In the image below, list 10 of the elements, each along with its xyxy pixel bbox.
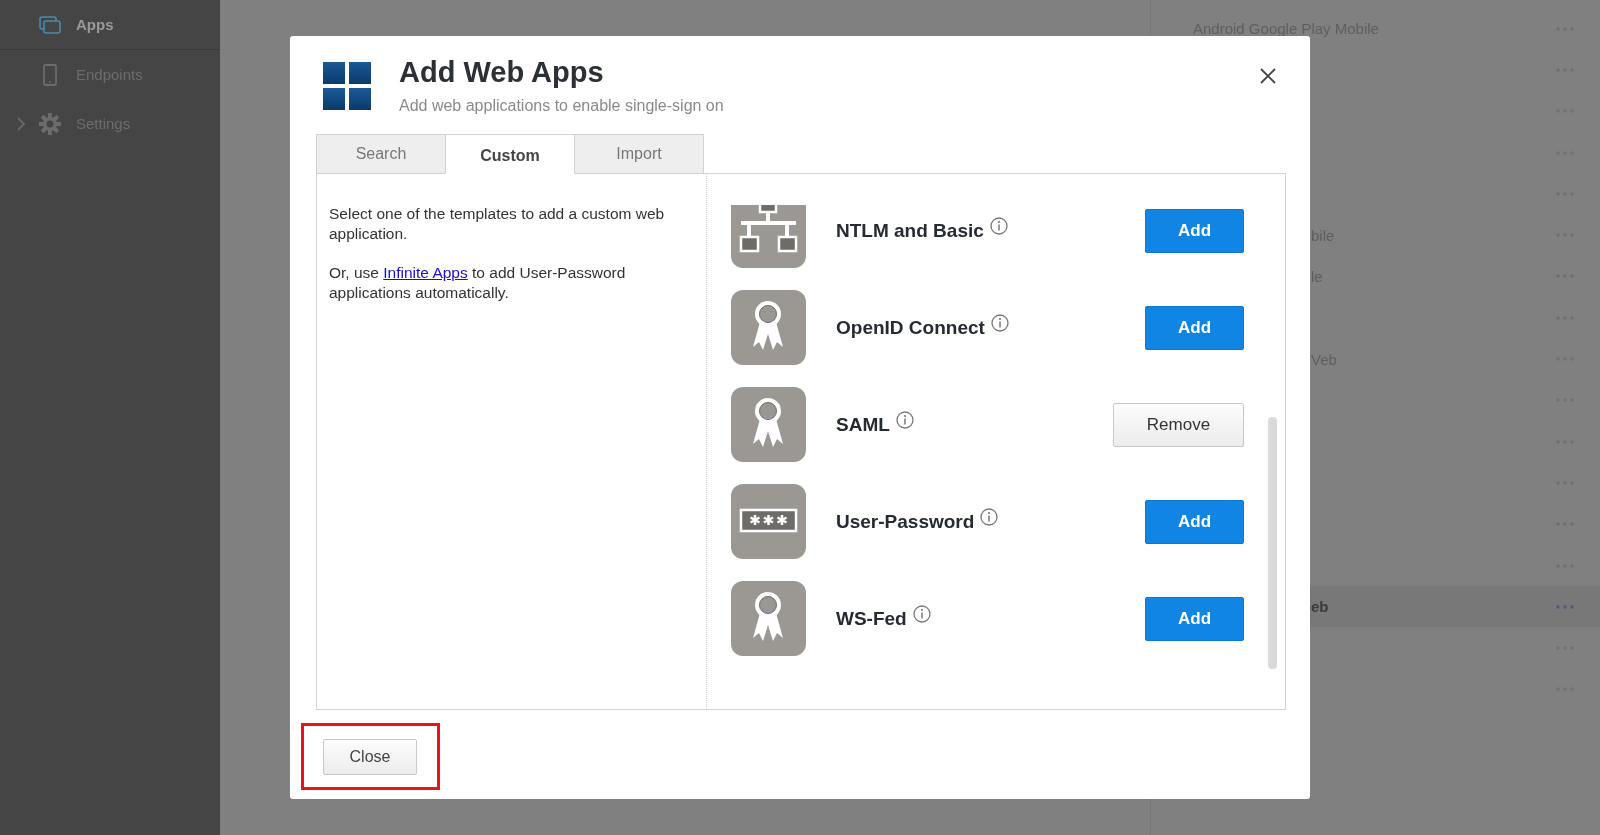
template-name: NTLM and Basic xyxy=(836,219,984,242)
template-name: WS-Fed xyxy=(836,607,907,630)
description-text: Select one of the templates to add a custom web application. xyxy=(329,204,666,244)
description-text: Or, use Infinite Apps to add User-Password applications automatically. xyxy=(329,263,627,303)
list-item-name: eb xyxy=(1311,598,1329,616)
dialog-title: Add Web Apps xyxy=(399,56,605,89)
dialog-subtitle: Add web applications to enable single-sign on xyxy=(399,97,724,115)
template-name: OpenID Connect xyxy=(836,316,985,339)
template-name: User-Password xyxy=(836,510,975,533)
template-name: SAML xyxy=(836,413,890,436)
